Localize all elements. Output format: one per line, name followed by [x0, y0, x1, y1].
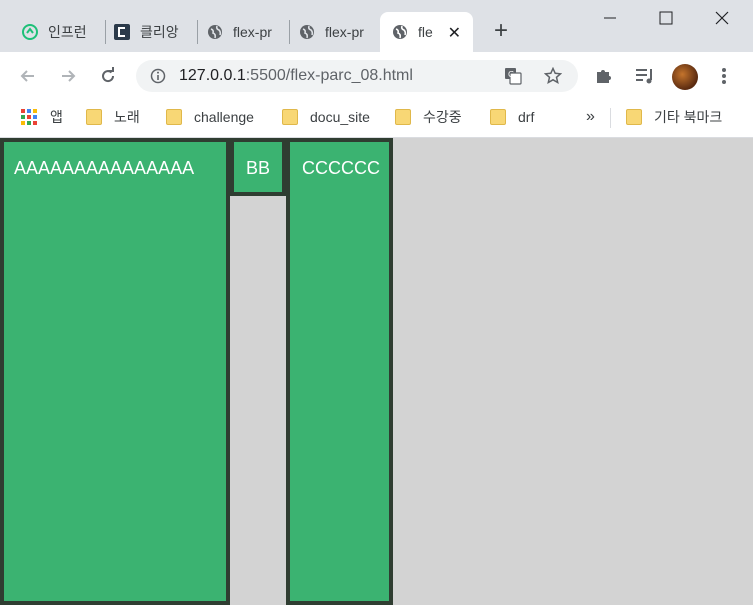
bookmark-folder[interactable]: 노래	[86, 106, 140, 128]
tab-label: flex-pr	[233, 24, 272, 40]
browser-toolbar: 127.0.0.1:5500/flex-parc_08.html G	[0, 52, 753, 100]
bookmark-label: docu_site	[310, 109, 370, 125]
flex-item-a: AAAAAAAAAAAAAAA	[0, 138, 230, 605]
url-host: 127.0.0.1	[179, 67, 246, 84]
address-bar[interactable]: 127.0.0.1:5500/flex-parc_08.html G	[136, 60, 578, 92]
tab-label: flex-pr	[325, 24, 364, 40]
folder-icon	[490, 109, 506, 125]
bookmark-divider	[610, 108, 611, 128]
tab-close-icon[interactable]: ✕	[448, 23, 461, 43]
flex-item-c: CCCCCC	[286, 138, 393, 605]
globe-icon	[300, 25, 314, 39]
info-icon[interactable]	[150, 68, 166, 84]
folder-icon	[86, 109, 102, 125]
maximize-icon[interactable]	[656, 8, 676, 28]
bookmark-folder[interactable]: docu_site	[282, 106, 370, 128]
new-tab-button[interactable]: +	[490, 19, 512, 43]
bookmark-folder[interactable]: challenge	[166, 106, 254, 128]
bookmark-label: 수강중	[423, 109, 462, 125]
bookmark-label: drf	[518, 109, 535, 125]
bookmark-apps[interactable]: 앱	[20, 106, 63, 128]
translate-icon[interactable]: G	[504, 67, 522, 85]
url-path: :5500/flex-parc_08.html	[245, 67, 413, 84]
apps-grid-icon	[21, 109, 37, 125]
tab-flex-2[interactable]: flex-pr	[277, 12, 377, 52]
bookmark-star-icon[interactable]	[544, 67, 562, 85]
bookmark-label: 노래	[114, 109, 140, 125]
folder-icon	[395, 109, 411, 125]
tab-label: fle	[418, 24, 433, 40]
inflearn-icon	[22, 24, 38, 40]
tab-label: 인프런	[48, 24, 87, 40]
tab-label: 클리앙	[140, 24, 179, 40]
bookmarks-overflow-button[interactable]: »	[586, 106, 595, 128]
bookmark-other[interactable]: 기타 북마크	[626, 106, 722, 128]
flex-container: AAAAAAAAAAAAAAA BB CCCCCC	[0, 138, 393, 605]
bookmark-label: 기타 북마크	[654, 109, 723, 125]
overflow-chevron-icon: »	[586, 108, 595, 125]
clien-icon	[114, 24, 130, 40]
bookmark-folder[interactable]: drf	[490, 106, 534, 128]
tab-clien[interactable]: 클리앙	[92, 12, 196, 52]
svg-text:G: G	[508, 70, 514, 79]
media-playlist-icon[interactable]	[634, 66, 656, 86]
tab-inflearn[interactable]: 인프런	[0, 12, 104, 52]
bookmarks-bar: 앱 노래 challenge docu_site 수강중 drf » 기타 북마…	[0, 100, 753, 138]
page-viewport: AAAAAAAAAAAAAAA BB CCCCCC	[0, 138, 753, 605]
close-window-icon[interactable]	[712, 8, 732, 28]
bookmark-folder[interactable]: 수강중	[395, 106, 462, 128]
globe-icon	[208, 25, 222, 39]
url-text[interactable]: 127.0.0.1:5500/flex-parc_08.html	[179, 67, 413, 85]
more-menu-icon[interactable]	[716, 66, 732, 86]
extensions-puzzle-icon[interactable]	[594, 66, 614, 86]
bookmark-label: 앱	[50, 109, 63, 125]
folder-icon	[626, 109, 642, 125]
profile-avatar[interactable]	[672, 64, 698, 90]
folder-icon	[282, 109, 298, 125]
forward-arrow-icon[interactable]	[58, 66, 78, 86]
folder-icon	[166, 109, 182, 125]
flex-item-b: BB	[230, 138, 286, 196]
tab-strip: 인프런 클리앙 flex-pr flex-pr fle ✕ +	[0, 0, 753, 52]
bookmark-label: challenge	[194, 109, 254, 125]
tab-flex-active[interactable]: fle ✕	[380, 12, 473, 52]
reload-icon[interactable]	[98, 66, 118, 86]
back-arrow-icon[interactable]	[18, 66, 38, 86]
minimize-icon[interactable]	[600, 8, 620, 28]
tab-flex-1[interactable]: flex-pr	[185, 12, 285, 52]
globe-icon	[393, 25, 407, 39]
